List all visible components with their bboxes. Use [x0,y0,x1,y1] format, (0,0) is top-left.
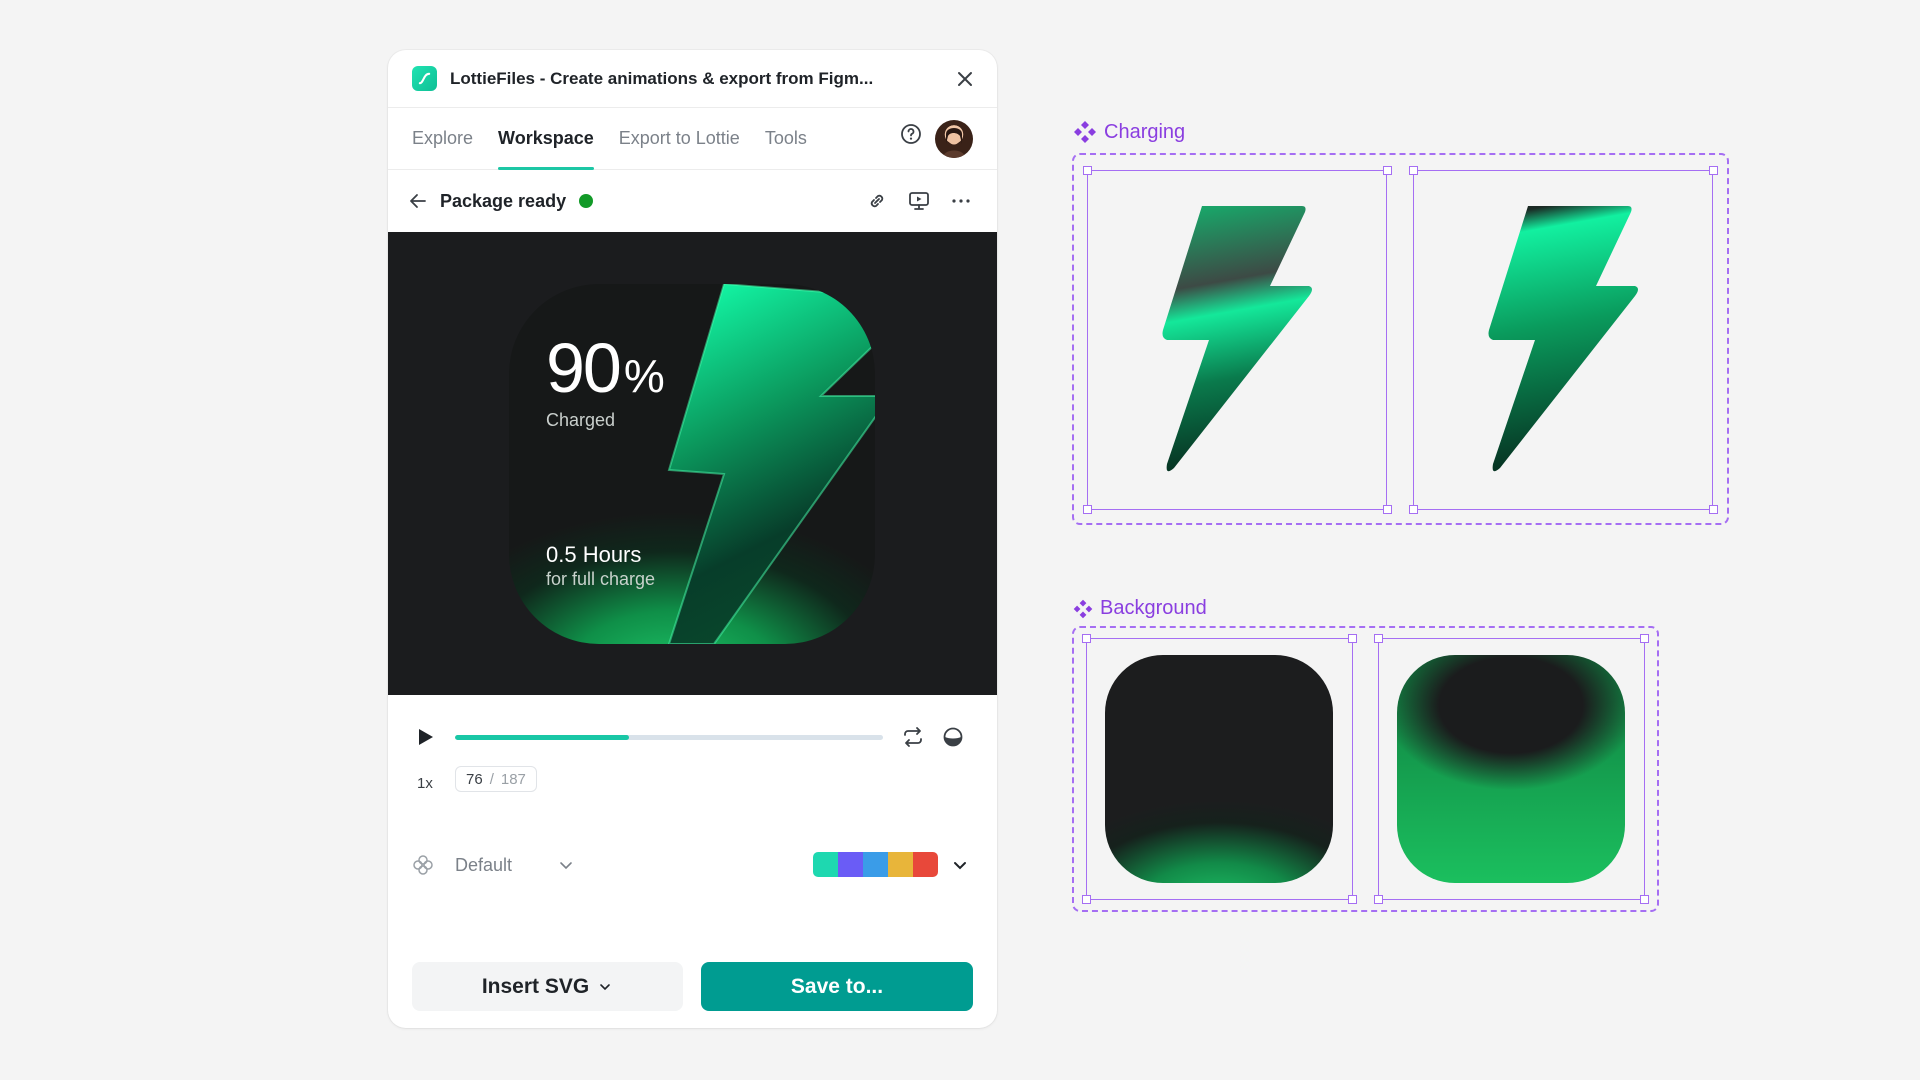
resize-handle[interactable] [1640,895,1649,904]
resize-handle[interactable] [1348,634,1357,643]
color-palette[interactable] [813,852,938,877]
tab-export-to-lottie[interactable]: Export to Lottie [619,108,740,170]
resize-handle[interactable] [1709,505,1718,514]
background-component-label[interactable]: Background [1072,597,1207,620]
back-arrow-icon[interactable] [406,189,430,213]
title-bar: LottieFiles - Create animations & export… [388,50,997,108]
resize-handle[interactable] [1409,505,1418,514]
resize-handle[interactable] [1709,166,1718,175]
animation-preview: 90 % Charged 0.5 Hours for full charge [388,232,997,695]
insert-svg-label: Insert SVG [481,974,590,998]
swatch[interactable] [913,852,938,877]
swatch[interactable] [863,852,888,877]
bolt-icon [1488,206,1638,472]
current-frame[interactable]: 76 [466,771,483,788]
charging-component-label[interactable]: Charging [1072,119,1185,145]
chevron-down-icon [600,983,610,990]
palette-chevron-icon[interactable] [950,855,970,875]
window-title: LottieFiles - Create animations & export… [450,68,874,88]
resize-handle[interactable] [1409,166,1418,175]
close-icon[interactable] [953,67,977,91]
resize-handle[interactable] [1082,895,1091,904]
resize-handle[interactable] [1083,505,1092,514]
loop-icon[interactable] [901,725,925,749]
frame-separator: / [489,770,494,788]
save-to-button[interactable]: Save to... [701,962,973,1011]
player-controls: 1x 76 / 187 [388,695,997,815]
component-name: Charging [1104,120,1186,143]
resize-handle[interactable] [1640,634,1649,643]
lottie-logo-icon [412,66,437,91]
hours-value: 0.5 Hours [546,542,642,567]
speed-control[interactable]: 1x [417,775,433,792]
bolt-icon [1162,206,1312,472]
help-icon[interactable] [899,122,923,146]
tab-workspace[interactable]: Workspace [498,108,594,170]
swatch[interactable] [813,852,838,877]
play-icon[interactable] [413,725,437,749]
package-title: Package ready [440,190,567,211]
total-frames: 187 [500,770,526,788]
status-dot [579,194,594,208]
resize-handle[interactable] [1374,634,1383,643]
background-tile-green [1397,655,1625,883]
component-icon [1074,121,1096,143]
tab-explore[interactable]: Explore [412,108,473,170]
theme-selector-row: Default [388,845,997,885]
plugin-panel: LottieFiles - Create animations & export… [388,50,997,1028]
avatar[interactable] [935,120,973,158]
tab-tools[interactable]: Tools [765,108,807,170]
package-header: Package ready [388,170,997,232]
swatch[interactable] [838,852,863,877]
resize-handle[interactable] [1383,505,1392,514]
progress-bar[interactable] [455,735,883,740]
resize-handle[interactable] [1383,166,1392,175]
resize-handle[interactable] [1082,634,1091,643]
progress-fill [455,735,629,740]
charged-label: Charged [546,410,616,430]
chevron-down-icon[interactable] [556,855,576,875]
insert-svg-button[interactable]: Insert SVG [412,962,683,1011]
more-icon[interactable] [949,189,973,213]
link-icon[interactable] [865,189,889,213]
present-icon[interactable] [907,189,931,213]
hours-caption: for full charge [546,569,656,589]
background-tile-dark [1105,655,1333,883]
component-name: Background [1100,597,1207,619]
resize-handle[interactable] [1374,895,1383,904]
frame-counter[interactable]: 76 / 187 [455,766,537,792]
theme-dropdown[interactable]: Default [455,855,512,876]
component-icon [1073,599,1093,618]
percent-sign: % [623,350,665,402]
background-toggle-icon[interactable] [941,725,965,749]
theme-icon [411,853,435,877]
charge-percent: 90 [546,329,622,407]
resize-handle[interactable] [1083,166,1092,175]
swatch[interactable] [888,852,913,877]
resize-handle[interactable] [1348,895,1357,904]
